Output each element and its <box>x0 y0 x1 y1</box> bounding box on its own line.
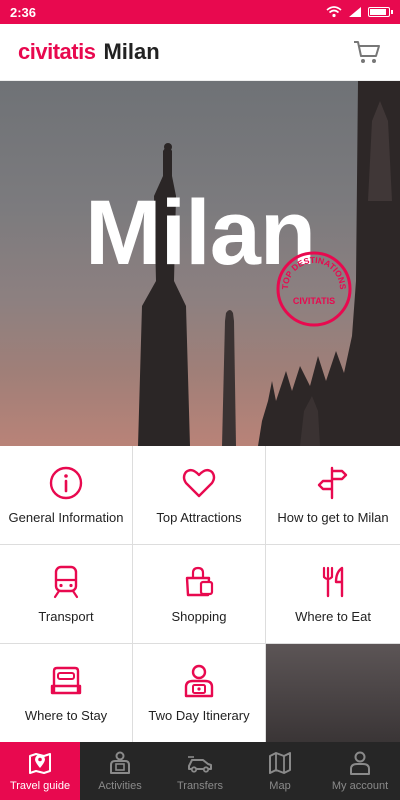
tile-label: How to get to Milan <box>277 510 389 525</box>
heart-icon <box>182 468 216 498</box>
hero-image: Milan TOP DESTINATIONS CIVITATIS <box>0 81 400 446</box>
tile-label: Top Attractions <box>156 510 242 525</box>
tile-transport[interactable]: Transport <box>0 545 133 644</box>
tile-where-to-stay[interactable]: Where to Stay <box>0 644 133 742</box>
nav-label: Transfers <box>176 780 224 792</box>
tile-label: Shopping <box>171 609 227 624</box>
status-time: 2:36 <box>10 4 37 20</box>
signpost-icon <box>317 466 348 500</box>
tile-label: Where to Stay <box>24 708 108 723</box>
badge-bottom-text: CIVITATIS <box>293 296 335 306</box>
tile-how-to-get-to-milan[interactable]: How to get to Milan <box>266 446 400 545</box>
tile-label: Two Day Itinerary <box>148 708 250 723</box>
status-bar: 2:36 <box>0 0 400 24</box>
nav-label: Activities <box>98 780 142 792</box>
nav-transfers[interactable]: Transfers <box>160 742 240 800</box>
app-header: civitatis Milan <box>0 24 400 81</box>
bed-icon <box>50 666 82 695</box>
cart-icon[interactable] <box>352 37 382 67</box>
car-icon <box>188 756 212 773</box>
tile-label: General Information <box>8 510 124 525</box>
nav-travel-guide[interactable]: Travel guide <box>0 742 80 800</box>
tile-shopping[interactable]: Shopping <box>133 545 266 644</box>
bottom-navigation: Travel guide Activities Transfers Map My… <box>0 742 400 800</box>
nav-label: My account <box>331 780 389 792</box>
nav-label: Travel guide <box>9 780 71 792</box>
nav-label: Map <box>269 780 291 792</box>
tile-label: Where to Eat <box>295 609 371 624</box>
guide-menu-grid: General Information Top Attractions How … <box>0 446 400 742</box>
info-icon <box>49 466 83 500</box>
shopping-bag-icon <box>185 566 214 597</box>
tile-where-to-eat[interactable]: Where to Eat <box>266 545 400 644</box>
grid-background-image <box>266 644 400 742</box>
itinerary-person-icon <box>184 664 214 698</box>
signal-icon <box>349 7 361 17</box>
nav-my-account[interactable]: My account <box>320 742 400 800</box>
ticket-icon <box>110 751 130 774</box>
brand-logo: civitatis <box>18 39 96 64</box>
tile-top-attractions[interactable]: Top Attractions <box>133 446 266 545</box>
nav-map[interactable]: Map <box>240 742 320 800</box>
page-title: Milan <box>103 39 160 64</box>
battery-icon <box>368 7 393 17</box>
tile-general-information[interactable]: General Information <box>0 446 133 545</box>
top-destinations-badge: TOP DESTINATIONS CIVITATIS <box>276 251 352 327</box>
tile-two-day-itinerary[interactable]: Two Day Itinerary <box>133 644 266 742</box>
train-icon <box>53 565 79 599</box>
person-icon <box>350 751 370 775</box>
tile-label: Transport <box>38 609 94 624</box>
wifi-icon <box>326 6 342 18</box>
nav-activities[interactable]: Activities <box>80 742 160 800</box>
map-icon <box>269 752 291 774</box>
cutlery-icon <box>322 566 344 598</box>
map-pin-icon <box>29 753 51 774</box>
